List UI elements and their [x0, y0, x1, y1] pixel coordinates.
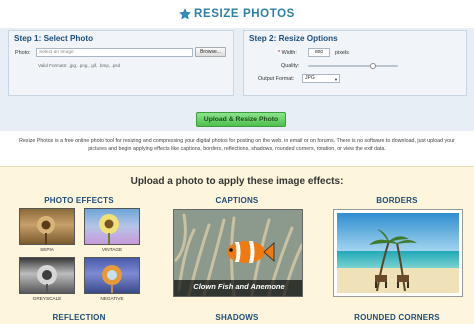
border-sample-image[interactable] [333, 209, 463, 297]
quality-slider[interactable] [308, 65, 398, 67]
borders-title[interactable]: BORDERS [345, 196, 449, 205]
width-input[interactable]: 800 [308, 48, 330, 57]
photo-label: Photo: [15, 50, 31, 56]
valid-formats-text: Valid Formats: .jpg, .png, .gif, .bmp, .… [38, 63, 121, 68]
sunflower-negative-image [102, 265, 122, 293]
rounded-corners-title[interactable]: ROUNDED CORNERS [345, 313, 449, 322]
width-label: * Width: [278, 50, 297, 56]
photo-effects-title[interactable]: PHOTO EFFECTS [27, 196, 131, 205]
quality-label: Quality: [281, 63, 300, 69]
captions-title[interactable]: CAPTIONS [185, 196, 289, 205]
effects-section: Upload a photo to apply these image effe… [0, 166, 474, 324]
step1-title: Step 1: Select Photo [14, 34, 94, 43]
reflection-title[interactable]: REFLECTION [27, 313, 131, 322]
photo-file-input[interactable]: Select an Image [36, 48, 193, 57]
vintage-label: VINTAGE [101, 247, 123, 252]
negative-label: NEGATIVE [100, 296, 124, 301]
chevron-down-icon: ▼ [334, 77, 338, 82]
effects-heading: Upload a photo to apply these image effe… [130, 176, 344, 187]
width-label-text: Width: [281, 50, 297, 56]
negative-thumbnail[interactable] [84, 257, 140, 294]
step2-title: Step 2: Resize Options [249, 34, 338, 43]
caption-text: Clown Fish and Anemone [193, 282, 285, 291]
output-format-label: Output Format: [258, 76, 295, 82]
greyscale-label: GREYSCALE [32, 296, 62, 301]
greyscale-thumbnail[interactable] [19, 257, 75, 294]
output-format-select[interactable]: JPG ▼ [302, 74, 340, 83]
browse-button[interactable]: Browse... [195, 47, 226, 57]
required-mark: * [278, 50, 281, 56]
site-logo[interactable]: RESIZE PHOTOS [194, 8, 295, 20]
sunflower-greyscale-image [37, 265, 57, 293]
sepia-thumbnail[interactable] [19, 208, 75, 245]
sepia-label: SEPIA [40, 247, 54, 252]
upload-panel: Step 1: Select Photo Photo: Select an Im… [0, 28, 474, 131]
site-header: RESIZE PHOTOS [0, 0, 474, 28]
vintage-thumbnail[interactable] [84, 208, 140, 245]
sunflower-vintage-image [99, 214, 119, 244]
shadows-title[interactable]: SHADOWS [185, 313, 289, 322]
step2-box: Step 2: Resize Options * Width: 800 pixe… [243, 30, 467, 96]
quality-slider-handle[interactable] [369, 63, 376, 69]
site-description: Resize Photos is a free online photo too… [19, 138, 455, 152]
beach-image [337, 213, 459, 293]
caption-sample-image[interactable]: Clown Fish and Anemone [173, 209, 303, 297]
output-format-value: JPG [305, 75, 315, 81]
star-icon [179, 8, 192, 20]
step1-box: Step 1: Select Photo Photo: Select an Im… [8, 30, 234, 96]
upload-resize-button[interactable]: Upload & Resize Photo [196, 112, 286, 127]
width-unit: pixels [335, 50, 349, 56]
sunflower-sepia-image [37, 216, 55, 244]
